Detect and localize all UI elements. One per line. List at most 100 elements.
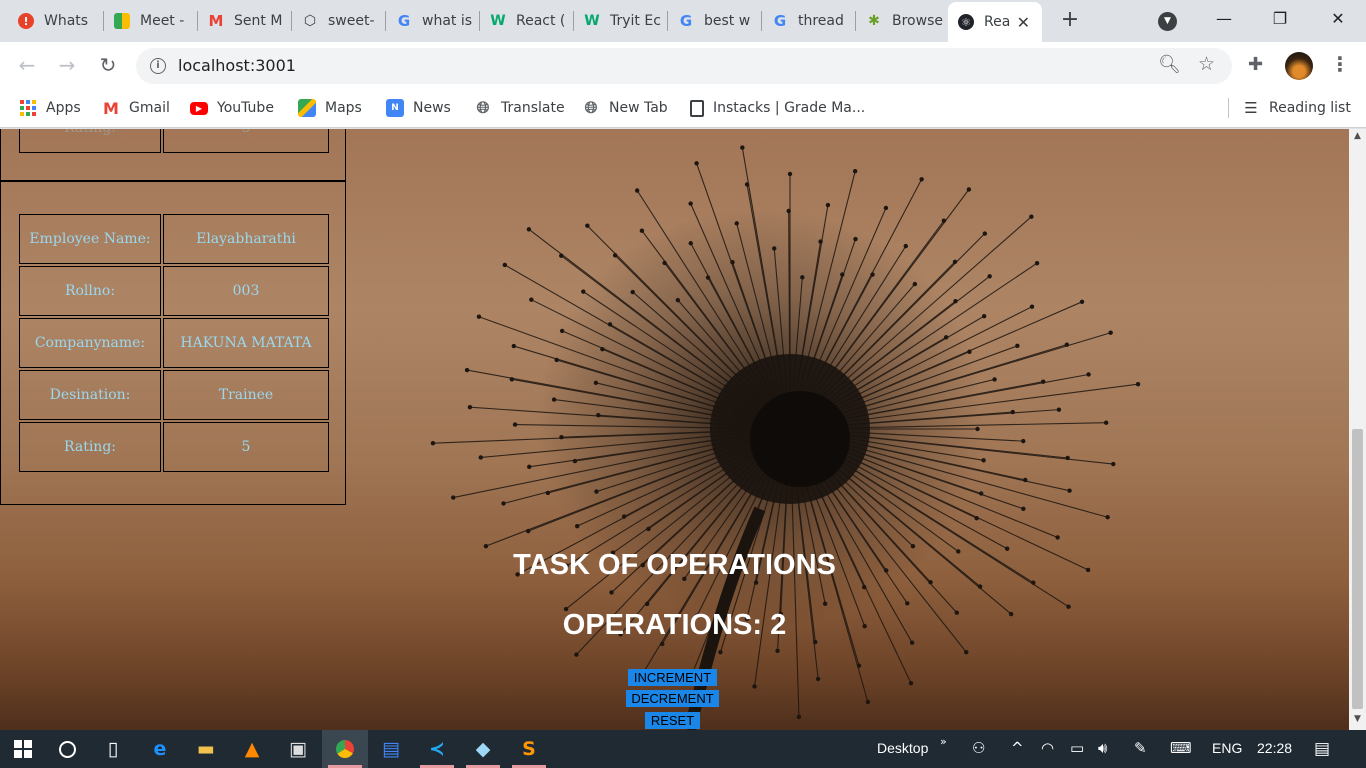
edge-icon[interactable]: e: [137, 730, 183, 768]
zoom-icon[interactable]: 🔍︎: [1158, 54, 1181, 75]
start-button[interactable]: [0, 730, 46, 768]
apps-grid-icon: [19, 99, 37, 117]
pen-icon[interactable]: ✎: [1134, 739, 1147, 757]
windows-taskbar: ▯ e ▬ ▲ ▣ ▤ ≺ ◆ S Desktop » ⚇ ^ ◠ ▭ 🔊︎ ✎…: [0, 730, 1366, 768]
reset-button[interactable]: RESET: [645, 712, 700, 729]
youtube-icon: ▶: [190, 101, 208, 115]
search-icon[interactable]: [44, 730, 90, 768]
bookmark-apps[interactable]: Apps: [19, 97, 81, 119]
wifi-icon[interactable]: ◠: [1041, 739, 1054, 757]
file-explorer-icon[interactable]: ▬: [183, 730, 229, 768]
reload-icon[interactable]: ↻: [96, 53, 120, 77]
tab-search-icon[interactable]: ▼: [1158, 12, 1177, 31]
bookmark-label: Instacks | Grade Ma...: [713, 100, 866, 116]
volume-icon[interactable]: 🔊︎: [1098, 739, 1107, 757]
task-view-icon[interactable]: ▯: [90, 730, 136, 768]
meet-icon: [114, 13, 130, 29]
maps-icon: [298, 99, 316, 117]
tab-sweet[interactable]: ⬡ sweet-: [292, 0, 386, 42]
profile-avatar[interactable]: [1285, 52, 1313, 80]
notifications-icon[interactable]: ▤: [1314, 739, 1330, 759]
page-viewport: Rating: 5 Employee Name: Elayabharathi R…: [0, 129, 1349, 730]
url-text[interactable]: localhost:3001: [178, 56, 296, 75]
google-icon: G: [397, 12, 411, 30]
close-icon[interactable]: ✕: [1017, 13, 1030, 32]
tab-google-search-2[interactable]: G best w: [668, 0, 762, 42]
decrement-button[interactable]: DECREMENT: [626, 690, 719, 707]
scroll-down-arrow-icon[interactable]: ▼: [1349, 714, 1366, 728]
table-row: Rating: 5: [19, 129, 329, 153]
extensions-icon[interactable]: ✚: [1248, 54, 1263, 75]
people-icon[interactable]: ⚇: [972, 739, 985, 757]
store-icon[interactable]: ▣: [275, 730, 321, 768]
clock[interactable]: 22:28: [1257, 740, 1292, 756]
vscode-icon[interactable]: ≺: [414, 730, 460, 768]
bookmark-youtube[interactable]: ▶ YouTube: [190, 97, 274, 119]
chevron-double-icon[interactable]: »: [940, 735, 947, 748]
operations-counter: OPERATIONS: 2: [562, 609, 787, 641]
tab-w3schools-tryit[interactable]: W Tryit Ec: [574, 0, 668, 42]
tab-whatsapp[interactable]: ! Whats: [8, 0, 104, 42]
battery-icon[interactable]: ▭: [1070, 739, 1084, 757]
keyboard-icon[interactable]: ⌨: [1170, 739, 1192, 757]
bookmark-label: News: [413, 100, 451, 116]
bookmark-star-icon[interactable]: ☆: [1198, 53, 1215, 75]
back-icon[interactable]: ←: [15, 53, 39, 77]
tab-google-search-3[interactable]: G thread: [762, 0, 856, 42]
tab-gmail[interactable]: M Sent M: [198, 0, 292, 42]
window-close-icon[interactable]: ✕: [1310, 0, 1366, 40]
tab-strip: ! Whats Meet - M Sent M ⬡ sweet- G what …: [0, 0, 1366, 42]
app-icon[interactable]: ◆: [460, 730, 506, 768]
rating-value: 5: [163, 422, 329, 472]
page-scrollbar[interactable]: ▲ ▼: [1349, 129, 1366, 730]
bookmark-new-tab[interactable]: 🌐︎ New Tab: [582, 97, 668, 119]
site-info-icon[interactable]: i: [150, 58, 166, 74]
bookmark-translate[interactable]: 🌐︎ Translate: [474, 97, 565, 119]
tab-meet[interactable]: Meet -: [104, 0, 198, 42]
tab-browserstack[interactable]: ✱ Browse: [856, 0, 948, 42]
instacks-icon: [690, 99, 704, 117]
docs-icon[interactable]: ▤: [368, 730, 414, 768]
bookmark-label: YouTube: [217, 100, 274, 116]
bookmark-label: Maps: [325, 100, 362, 116]
increment-button[interactable]: INCREMENT: [628, 669, 717, 686]
bookmark-instacks[interactable]: Instacks | Grade Ma...: [690, 97, 865, 119]
tab-w3schools-react[interactable]: W React (: [480, 0, 574, 42]
field-label: Rating:: [19, 129, 161, 153]
globe-icon: 🌐︎: [584, 98, 598, 117]
scroll-up-arrow-icon[interactable]: ▲: [1349, 131, 1366, 145]
operations-heading: TASK OF OPERATIONS: [513, 549, 836, 581]
sublime-icon[interactable]: S: [506, 730, 552, 768]
react-icon: ⚛: [958, 14, 974, 30]
w3schools-icon: W: [584, 13, 600, 29]
show-hidden-icons-icon[interactable]: ^: [1011, 739, 1024, 757]
field-label: Employee Name:: [19, 214, 161, 264]
address-bar[interactable]: i localhost:3001 🔍︎ ☆: [136, 48, 1232, 84]
minimize-icon[interactable]: —: [1196, 0, 1252, 40]
employee-card: Employee Name: Elayabharathi Rollno: 003…: [0, 181, 346, 505]
desktop-toolbar-label[interactable]: Desktop: [877, 740, 928, 756]
chrome-taskbar-icon[interactable]: [322, 730, 368, 768]
windows-logo-icon: [14, 740, 32, 758]
news-icon: N: [386, 99, 404, 117]
employee-name-value: Elayabharathi: [163, 214, 329, 264]
tab-google-search-1[interactable]: G what is: [386, 0, 480, 42]
forward-icon[interactable]: →: [55, 53, 79, 77]
package-icon: ⬡: [303, 13, 317, 29]
new-tab-button[interactable]: +: [1058, 9, 1082, 33]
scrollbar-thumb[interactable]: [1352, 429, 1363, 709]
reading-list-button[interactable]: ☰ Reading list: [1242, 97, 1351, 119]
vlc-icon[interactable]: ▲: [229, 730, 275, 768]
more-menu-icon[interactable]: ⋮: [1330, 52, 1350, 76]
globe-icon: 🌐︎: [476, 98, 490, 117]
tab-react-active[interactable]: ⚛ Rea ✕: [948, 2, 1042, 42]
bookmark-label: Gmail: [129, 100, 170, 116]
bookmark-maps[interactable]: Maps: [298, 97, 362, 119]
tab-title: Rea: [984, 14, 1011, 30]
restore-icon[interactable]: ❐: [1252, 0, 1308, 40]
language-indicator[interactable]: ENG: [1212, 740, 1242, 756]
bookmark-gmail[interactable]: M Gmail: [102, 97, 170, 119]
field-label: Rating:: [19, 422, 161, 472]
bookmark-news[interactable]: N News: [386, 97, 451, 119]
google-icon: G: [773, 12, 787, 30]
